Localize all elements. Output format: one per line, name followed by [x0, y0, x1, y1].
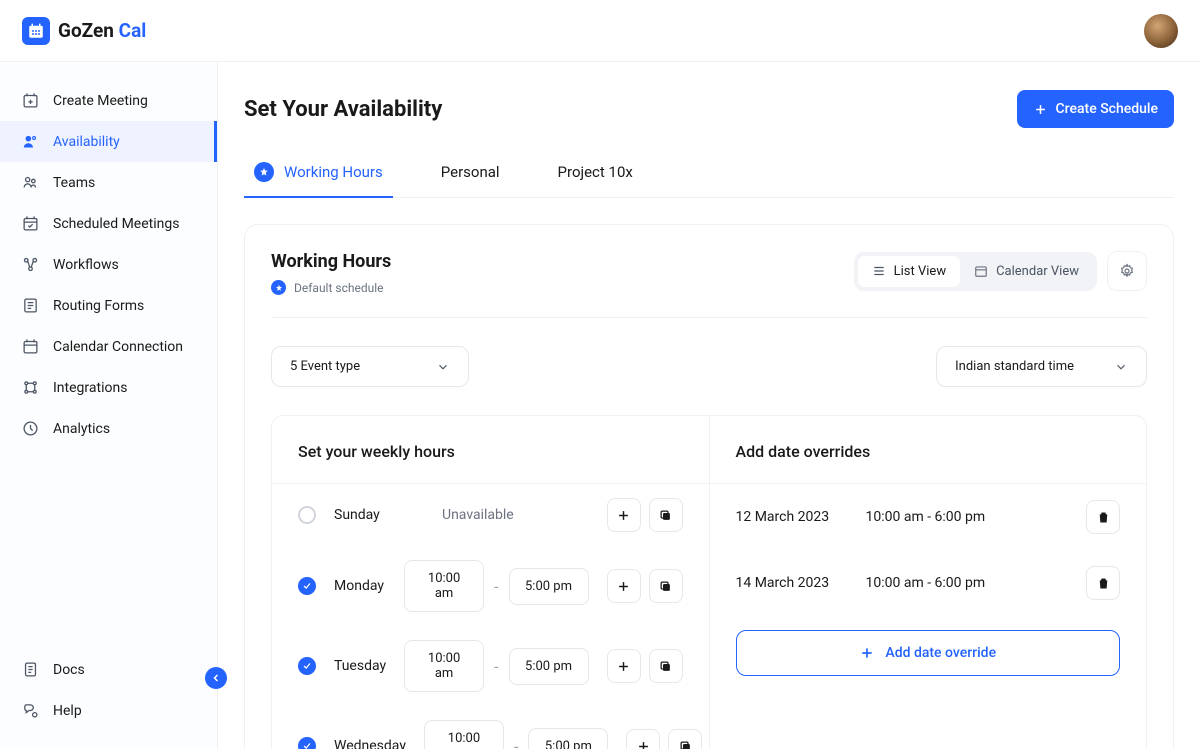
- add-slot-button[interactable]: [607, 649, 641, 683]
- tab-label: Working Hours: [284, 163, 383, 181]
- sidebar-item-create-meeting[interactable]: Create Meeting: [0, 80, 217, 121]
- tab-label: Personal: [441, 163, 500, 181]
- sidebar-item-label: Scheduled Meetings: [53, 216, 179, 232]
- sidebar: Create Meeting Availability Teams Schedu…: [0, 62, 218, 749]
- sidebar-item-label: Calendar Connection: [53, 339, 183, 355]
- select-value: Indian standard time: [955, 359, 1074, 374]
- create-schedule-button[interactable]: Create Schedule: [1017, 90, 1174, 128]
- copy-slot-button[interactable]: [649, 569, 683, 603]
- weekly-hours-title: Set your weekly hours: [272, 416, 709, 483]
- sidebar-item-scheduled-meetings[interactable]: Scheduled Meetings: [0, 203, 217, 244]
- toggle-label: List View: [894, 264, 946, 279]
- end-time-input[interactable]: 5:00 pm: [528, 728, 608, 749]
- delete-override-button[interactable]: [1086, 500, 1120, 534]
- start-time-input[interactable]: 10:00 am: [424, 720, 504, 749]
- start-time-input[interactable]: 10:00 am: [404, 640, 484, 692]
- overrides-title: Add date overrides: [710, 416, 1147, 483]
- add-slot-button[interactable]: [626, 729, 660, 749]
- sidebar-item-label: Integrations: [53, 380, 127, 396]
- view-toggle: List View Calendar View: [854, 252, 1097, 291]
- day-name: Wednesday: [334, 738, 406, 749]
- sidebar-item-label: Create Meeting: [53, 93, 148, 109]
- override-range: 10:00 am - 6:00 pm: [866, 575, 986, 591]
- day-row-monday: Monday 10:00 am - 5:00 pm: [272, 546, 709, 626]
- sidebar-item-label: Availability: [53, 134, 120, 150]
- end-time-input[interactable]: 5:00 pm: [509, 568, 589, 605]
- sidebar-item-routing-forms[interactable]: Routing Forms: [0, 285, 217, 326]
- dash: -: [514, 737, 518, 749]
- toggle-label: Calendar View: [996, 264, 1079, 279]
- settings-button[interactable]: [1107, 251, 1147, 291]
- override-range: 10:00 am - 6:00 pm: [866, 509, 986, 525]
- list-view-toggle[interactable]: List View: [858, 256, 960, 287]
- day-name: Sunday: [334, 507, 424, 523]
- sidebar-item-workflows[interactable]: Workflows: [0, 244, 217, 285]
- copy-slot-button[interactable]: [649, 498, 683, 532]
- event-type-select[interactable]: 5 Event type: [271, 346, 469, 387]
- sidebar-item-teams[interactable]: Teams: [0, 162, 217, 203]
- brand-gozen: GoZen: [58, 19, 114, 42]
- schedule-tabs: Working Hours Personal Project 10x: [244, 152, 1174, 198]
- logo[interactable]: GoZen Cal: [22, 17, 146, 45]
- sidebar-item-label: Help: [53, 703, 82, 719]
- day-row-wednesday: Wednesday 10:00 am - 5:00 pm: [272, 706, 709, 749]
- day-name: Tuesday: [334, 658, 386, 674]
- tab-label: Project 10x: [558, 163, 633, 181]
- add-date-override-button[interactable]: Add date override: [736, 630, 1121, 676]
- start-time-input[interactable]: 10:00 am: [404, 560, 484, 612]
- calendar-view-toggle[interactable]: Calendar View: [960, 256, 1093, 287]
- day-toggle[interactable]: [298, 657, 316, 675]
- add-slot-button[interactable]: [607, 569, 641, 603]
- page-title: Set Your Availability: [244, 97, 442, 122]
- timezone-select[interactable]: Indian standard time: [936, 346, 1147, 387]
- copy-slot-button[interactable]: [668, 729, 702, 749]
- sidebar-item-help[interactable]: Help: [0, 690, 217, 731]
- sidebar-item-label: Analytics: [53, 421, 110, 437]
- star-icon: [254, 162, 274, 182]
- schedule-title: Working Hours: [271, 251, 391, 272]
- sidebar-item-label: Teams: [53, 175, 95, 191]
- button-label: Create Schedule: [1056, 101, 1158, 117]
- override-date: 12 March 2023: [736, 509, 836, 525]
- sidebar-item-label: Workflows: [53, 257, 119, 273]
- day-toggle[interactable]: [298, 737, 316, 749]
- day-name: Monday: [334, 578, 386, 594]
- day-row-sunday: Sunday Unavailable: [272, 484, 709, 546]
- brand-cal: Cal: [119, 19, 147, 42]
- button-label: Add date override: [885, 645, 996, 661]
- star-icon: [271, 280, 286, 295]
- delete-override-button[interactable]: [1086, 566, 1120, 600]
- tab-project-10x[interactable]: Project 10x: [548, 152, 643, 198]
- day-toggle[interactable]: [298, 577, 316, 595]
- copy-slot-button[interactable]: [649, 649, 683, 683]
- sidebar-item-label: Routing Forms: [53, 298, 144, 314]
- collapse-sidebar-button[interactable]: [205, 667, 227, 689]
- end-time-input[interactable]: 5:00 pm: [509, 648, 589, 685]
- override-row: 14 March 2023 10:00 am - 6:00 pm: [710, 550, 1147, 616]
- override-row: 12 March 2023 10:00 am - 6:00 pm: [710, 484, 1147, 550]
- dash: -: [494, 657, 498, 676]
- chevron-down-icon: [1114, 360, 1128, 374]
- sidebar-item-availability[interactable]: Availability: [0, 121, 217, 162]
- sidebar-item-label: Docs: [53, 662, 85, 678]
- select-value: 5 Event type: [290, 359, 360, 374]
- sidebar-item-analytics[interactable]: Analytics: [0, 408, 217, 449]
- sidebar-item-integrations[interactable]: Integrations: [0, 367, 217, 408]
- tab-personal[interactable]: Personal: [431, 152, 510, 198]
- unavailable-label: Unavailable: [442, 507, 514, 523]
- schedule-subtitle: Default schedule: [294, 281, 383, 295]
- sidebar-item-docs[interactable]: Docs: [0, 649, 217, 690]
- tab-working-hours[interactable]: Working Hours: [244, 152, 393, 198]
- calendar-icon: [22, 17, 50, 45]
- sidebar-item-calendar-connection[interactable]: Calendar Connection: [0, 326, 217, 367]
- chevron-down-icon: [436, 360, 450, 374]
- override-date: 14 March 2023: [736, 575, 836, 591]
- add-slot-button[interactable]: [607, 498, 641, 532]
- day-toggle[interactable]: [298, 506, 316, 524]
- avatar[interactable]: [1144, 14, 1178, 48]
- day-row-tuesday: Tuesday 10:00 am - 5:00 pm: [272, 626, 709, 706]
- dash: -: [494, 577, 498, 596]
